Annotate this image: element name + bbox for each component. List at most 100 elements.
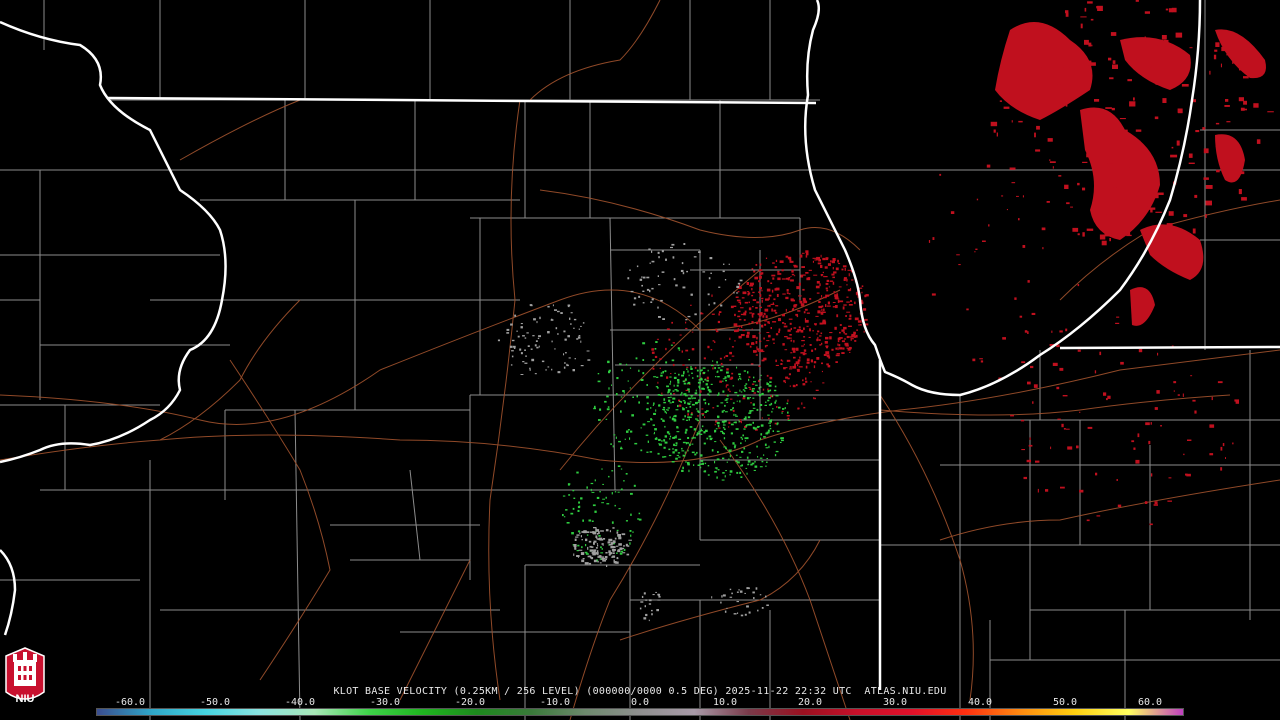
echo-pixel [721, 420, 725, 423]
echo-pixel [749, 312, 753, 314]
echo-pixel [687, 388, 690, 391]
echo-pixel [1177, 394, 1180, 396]
echo-pixel [739, 377, 742, 379]
echo-pixel [651, 260, 655, 263]
echo-pixel [612, 552, 615, 554]
echo-pixel [636, 265, 639, 268]
echo-pixel [775, 399, 777, 402]
echo-pixel [630, 492, 633, 495]
echo-pixel [716, 421, 720, 425]
echo-pixel [714, 423, 716, 426]
echo-pixel [630, 430, 633, 433]
echo-pixel [780, 363, 783, 365]
echo-pixel [765, 465, 767, 467]
echo-pixel [717, 394, 719, 396]
echo-pixel [1066, 202, 1070, 205]
echo-pixel [837, 259, 839, 263]
colorbar-tick: 10.0 [712, 697, 738, 708]
echo-pixel [1106, 128, 1114, 132]
echo-pixel [750, 402, 752, 404]
echo-pixel [1001, 195, 1004, 197]
echo-pixel [728, 449, 731, 452]
echo-pixel [732, 402, 735, 404]
echo-pixel [755, 341, 757, 344]
echo-pixel [1182, 393, 1184, 397]
echo-pixel [759, 457, 763, 459]
echo-pixel [788, 373, 791, 376]
echo-pixel [621, 369, 623, 372]
echo-pixel [821, 370, 823, 373]
echo-pixel [786, 292, 789, 294]
echo-pixel [824, 276, 828, 278]
echo-pixel [721, 479, 725, 481]
echo-pixel [573, 544, 577, 548]
echo-pixel [587, 546, 589, 550]
echo-pixel [685, 407, 688, 409]
echo-pixel [1046, 201, 1050, 203]
echo-pixel [795, 313, 798, 316]
echo-pixel [693, 464, 695, 466]
echo-pixel [533, 318, 536, 321]
echo-pixel [731, 355, 735, 357]
echo-pixel [618, 543, 622, 546]
echo-pixel [1047, 138, 1053, 142]
echo-pixel [1060, 486, 1065, 489]
echo-pixel [812, 330, 814, 332]
echo-pixel [672, 401, 675, 403]
echo-pixel [619, 363, 622, 365]
radar-caption: KLOT BASE VELOCITY (0.25KM / 256 LEVEL) … [333, 686, 947, 697]
echo-pixel [760, 374, 762, 377]
highway [179, 99, 301, 161]
echo-pixel [712, 407, 715, 409]
echo-pixel [764, 443, 767, 446]
echo-pixel [747, 416, 751, 419]
echo-pixel [708, 277, 711, 280]
echo-pixel [1220, 467, 1223, 471]
echo-pixel [670, 396, 672, 398]
echo-pixel [1021, 361, 1026, 364]
echo-pixel [751, 294, 754, 297]
echo-pixel [736, 591, 739, 593]
colorbar-tick: 0.0 [630, 697, 650, 708]
echo-pixel [768, 304, 771, 307]
echo-pixel [597, 544, 599, 547]
echo-pixel [700, 433, 703, 435]
echo-pixel [767, 321, 770, 324]
echo-pixel [823, 353, 827, 356]
echo-pixel [764, 320, 768, 322]
echo-pixel [766, 340, 770, 342]
echo-pixel [825, 282, 829, 285]
echo-pixel [589, 545, 592, 548]
echo-pixel [672, 363, 675, 367]
echo-pixel [743, 394, 746, 398]
highway [719, 439, 851, 720]
echo-pixel [1220, 446, 1223, 451]
echo-pixel [568, 357, 571, 359]
echo-pixel [748, 611, 751, 614]
echo-pixel [761, 299, 763, 303]
echo-pixel [769, 424, 771, 427]
echo-pixel [722, 457, 725, 460]
echo-pixel [753, 350, 757, 353]
echo-pixel [725, 379, 727, 382]
niu-logo-text: NIU [16, 693, 35, 705]
echo-pixel [814, 323, 817, 325]
echo-pixel [666, 409, 668, 411]
echo-pixel [688, 443, 691, 446]
echo-pixel [668, 338, 671, 341]
echo-pixel [826, 354, 830, 358]
echo-pixel [1226, 121, 1231, 123]
echo-pixel [547, 331, 550, 334]
echo-pixel [928, 240, 931, 243]
echo-pixel [662, 456, 665, 458]
echo-pixel [740, 421, 742, 424]
echo-pixel [1126, 234, 1132, 237]
echo-pixel [689, 426, 693, 428]
echo-pixel [827, 263, 831, 266]
echo-pixel [815, 389, 819, 391]
echo-pixel [554, 309, 557, 311]
echo-pixel [835, 361, 838, 363]
echo-pixel [716, 330, 719, 333]
echo-pixel [826, 305, 831, 307]
echo-pixel [617, 534, 621, 537]
